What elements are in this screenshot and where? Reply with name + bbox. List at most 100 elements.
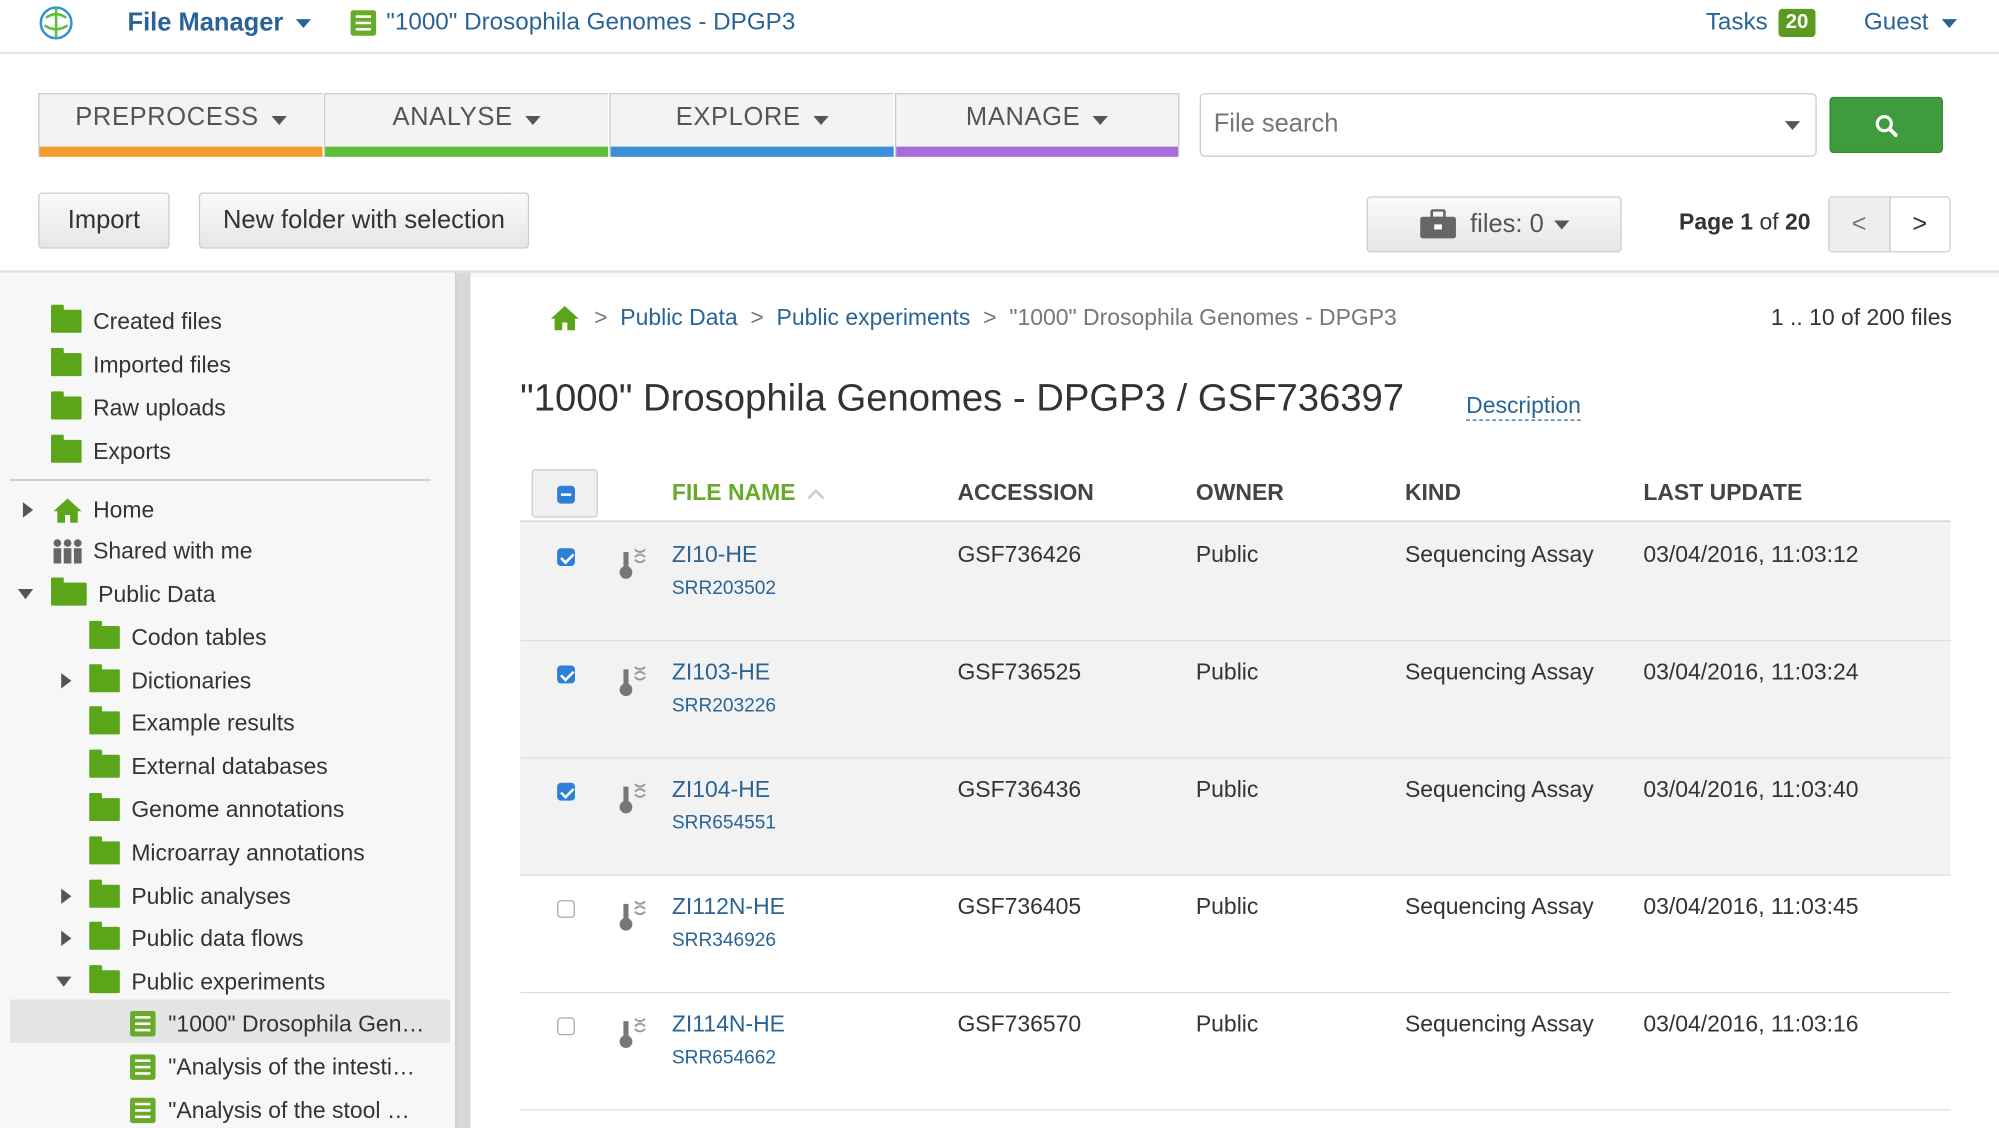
sidebar-item-experiment-intestinal[interactable]: "Analysis of the intestinal microbiota" xyxy=(130,1047,426,1088)
file-name-link[interactable]: ZI114N-HE xyxy=(672,1011,785,1038)
kind-cell: Sequencing Assay xyxy=(1404,893,1594,920)
sidebar-item-dictionaries[interactable]: Dictionaries xyxy=(89,660,251,701)
tab-analyse[interactable]: ANALYSE xyxy=(323,93,609,157)
owner-cell: Public xyxy=(1195,776,1259,802)
sidebar-item-raw-uploads[interactable]: Raw uploads xyxy=(50,388,226,429)
breadcrumb-public-experiments[interactable]: Public experiments xyxy=(777,304,971,331)
sidebar-item-label: Example results xyxy=(131,709,295,735)
files-selection-button[interactable]: files: 0 xyxy=(1366,196,1622,253)
description-link[interactable]: Description xyxy=(1466,393,1581,421)
sidebar-item-external-databases[interactable]: External databases xyxy=(89,746,328,787)
user-menu[interactable]: Guest xyxy=(1864,9,1957,37)
file-sub-link[interactable]: SRR203226 xyxy=(672,695,776,717)
collapse-arrow-icon[interactable] xyxy=(17,589,34,600)
sequencing-assay-icon xyxy=(619,783,646,814)
accession-cell: GSF736436 xyxy=(957,776,1082,802)
column-header-accession[interactable]: ACCESSION xyxy=(957,479,1093,506)
sidebar-item-label: Shared with me xyxy=(93,537,253,563)
tab-color-bar xyxy=(896,146,1179,157)
next-page-button[interactable]: > xyxy=(1890,198,1949,252)
search-button[interactable] xyxy=(1829,96,1943,153)
file-name-link[interactable]: ZI10-HE xyxy=(672,542,757,569)
folder-icon xyxy=(89,706,120,735)
file-sub-link[interactable]: SRR346926 xyxy=(672,929,776,951)
tab-manage-label: MANAGE xyxy=(965,103,1081,132)
file-manager-menu[interactable]: File Manager xyxy=(127,9,312,38)
file-sub-link[interactable]: SRR203502 xyxy=(672,578,776,600)
row-checkbox[interactable] xyxy=(557,665,575,684)
prev-page-button[interactable]: < xyxy=(1829,197,1891,252)
tab-manage[interactable]: MANAGE xyxy=(894,93,1180,157)
expand-arrow-icon[interactable] xyxy=(61,888,72,904)
kind-cell: Sequencing Assay xyxy=(1404,659,1594,685)
new-folder-button-label: New folder with selection xyxy=(222,205,505,234)
column-header-label: FILE NAME xyxy=(671,479,796,505)
app-logo-icon[interactable] xyxy=(38,5,74,41)
tasks-link[interactable]: Tasks 20 xyxy=(1706,8,1816,37)
table-row[interactable]: ZI10-HE SRR203502 GSF736426 Public Seque… xyxy=(520,523,1951,642)
file-sub-link[interactable]: SRR654662 xyxy=(672,1047,776,1069)
collapse-arrow-icon[interactable] xyxy=(56,976,72,987)
sidebar-item-public-experiments[interactable]: Public experiments xyxy=(89,961,325,1002)
row-checkbox[interactable] xyxy=(557,548,575,567)
file-search-box[interactable] xyxy=(1199,93,1817,157)
owner-cell: Public xyxy=(1195,541,1259,568)
sidebar-item-home[interactable]: Home xyxy=(51,490,154,531)
breadcrumb-public-data[interactable]: Public Data xyxy=(620,304,737,331)
file-name-link[interactable]: ZI104-HE xyxy=(672,776,770,803)
last-update-cell: 03/04/2016, 11:03:45 xyxy=(1643,893,1859,920)
accession-cell: GSF736525 xyxy=(957,659,1082,685)
sidebar-item-created-files[interactable]: Created files xyxy=(50,301,222,342)
file-sub-link[interactable]: SRR654551 xyxy=(672,812,776,834)
sidebar-item-public-analyses[interactable]: Public analyses xyxy=(89,876,291,917)
sidebar-item-imported-files[interactable]: Imported files xyxy=(50,344,231,385)
sidebar-item-experiment-stool[interactable]: "Analysis of the stool microbiome" xyxy=(130,1090,426,1128)
table-row[interactable]: ZI114N-HE SRR654662 GSF736570 Public Seq… xyxy=(520,993,1951,1111)
column-header-file-name[interactable]: FILE NAME xyxy=(672,479,826,506)
sidebar-item-public-data[interactable]: Public Data xyxy=(50,574,216,615)
sidebar-scrollbar[interactable] xyxy=(455,272,471,1128)
owner-cell: Public xyxy=(1195,893,1259,920)
chevron-down-icon[interactable] xyxy=(1784,121,1801,131)
column-header-owner[interactable]: OWNER xyxy=(1196,479,1284,506)
sidebar-item-shared[interactable]: Shared with me xyxy=(51,530,253,571)
file-search-input[interactable] xyxy=(1213,109,1750,139)
sort-ascending-icon xyxy=(807,488,825,499)
import-button-label: Import xyxy=(67,205,141,234)
table-row[interactable]: ZI104-HE SRR654551 GSF736436 Public Sequ… xyxy=(520,758,1951,876)
file-name-link[interactable]: ZI112N-HE xyxy=(672,894,785,921)
sidebar-item-codon-tables[interactable]: Codon tables xyxy=(89,617,267,658)
tab-color-bar xyxy=(610,146,894,157)
user-name: Guest xyxy=(1863,8,1929,36)
select-all-checkbox[interactable] xyxy=(531,469,598,518)
page-total: 20 xyxy=(1784,209,1811,235)
import-button[interactable]: Import xyxy=(38,192,170,249)
sidebar-item-public-data-flows[interactable]: Public data flows xyxy=(89,918,304,959)
new-folder-button[interactable]: New folder with selection xyxy=(198,192,530,249)
row-checkbox[interactable] xyxy=(557,900,575,918)
expand-arrow-icon[interactable] xyxy=(61,673,72,689)
sidebar-item-example-results[interactable]: Example results xyxy=(89,702,295,743)
file-name-link[interactable]: ZI103-HE xyxy=(672,659,770,686)
current-dataset-link[interactable]: "1000" Drosophila Genomes - DPGP3 xyxy=(350,9,795,37)
home-icon[interactable] xyxy=(548,303,581,331)
sidebar-item-exports[interactable]: Exports xyxy=(50,431,171,472)
sidebar-item-genome-annotations[interactable]: Genome annotations xyxy=(89,789,344,830)
column-header-kind[interactable]: KIND xyxy=(1405,479,1461,506)
table-row[interactable]: ZI112N-HE SRR346926 GSF736405 Public Seq… xyxy=(520,876,1951,994)
tasks-count-badge: 20 xyxy=(1777,8,1816,37)
sequencing-assay-icon xyxy=(619,548,646,579)
sidebar-item-experiment-dpgp3[interactable]: "1000" Drosophila Genomes - DPGP3 xyxy=(130,1003,426,1044)
column-header-last-update[interactable]: LAST UPDATE xyxy=(1643,479,1802,506)
expand-arrow-icon[interactable] xyxy=(22,502,34,518)
table-row[interactable]: ZI103-HE SRR203226 GSF736525 Public Sequ… xyxy=(520,641,1951,759)
tab-explore[interactable]: EXPLORE xyxy=(609,93,894,157)
sidebar-item-microarray-annotations[interactable]: Microarray annotations xyxy=(89,833,365,874)
row-checkbox[interactable] xyxy=(557,782,575,801)
file-count: 1 .. 10 of 200 files xyxy=(1770,304,1952,331)
row-checkbox[interactable] xyxy=(557,1017,575,1036)
page-current: 1 xyxy=(1740,209,1754,235)
last-update-cell: 03/04/2016, 11:03:12 xyxy=(1643,541,1859,568)
expand-arrow-icon[interactable] xyxy=(61,930,72,946)
tab-preprocess[interactable]: PREPROCESS xyxy=(38,93,323,157)
